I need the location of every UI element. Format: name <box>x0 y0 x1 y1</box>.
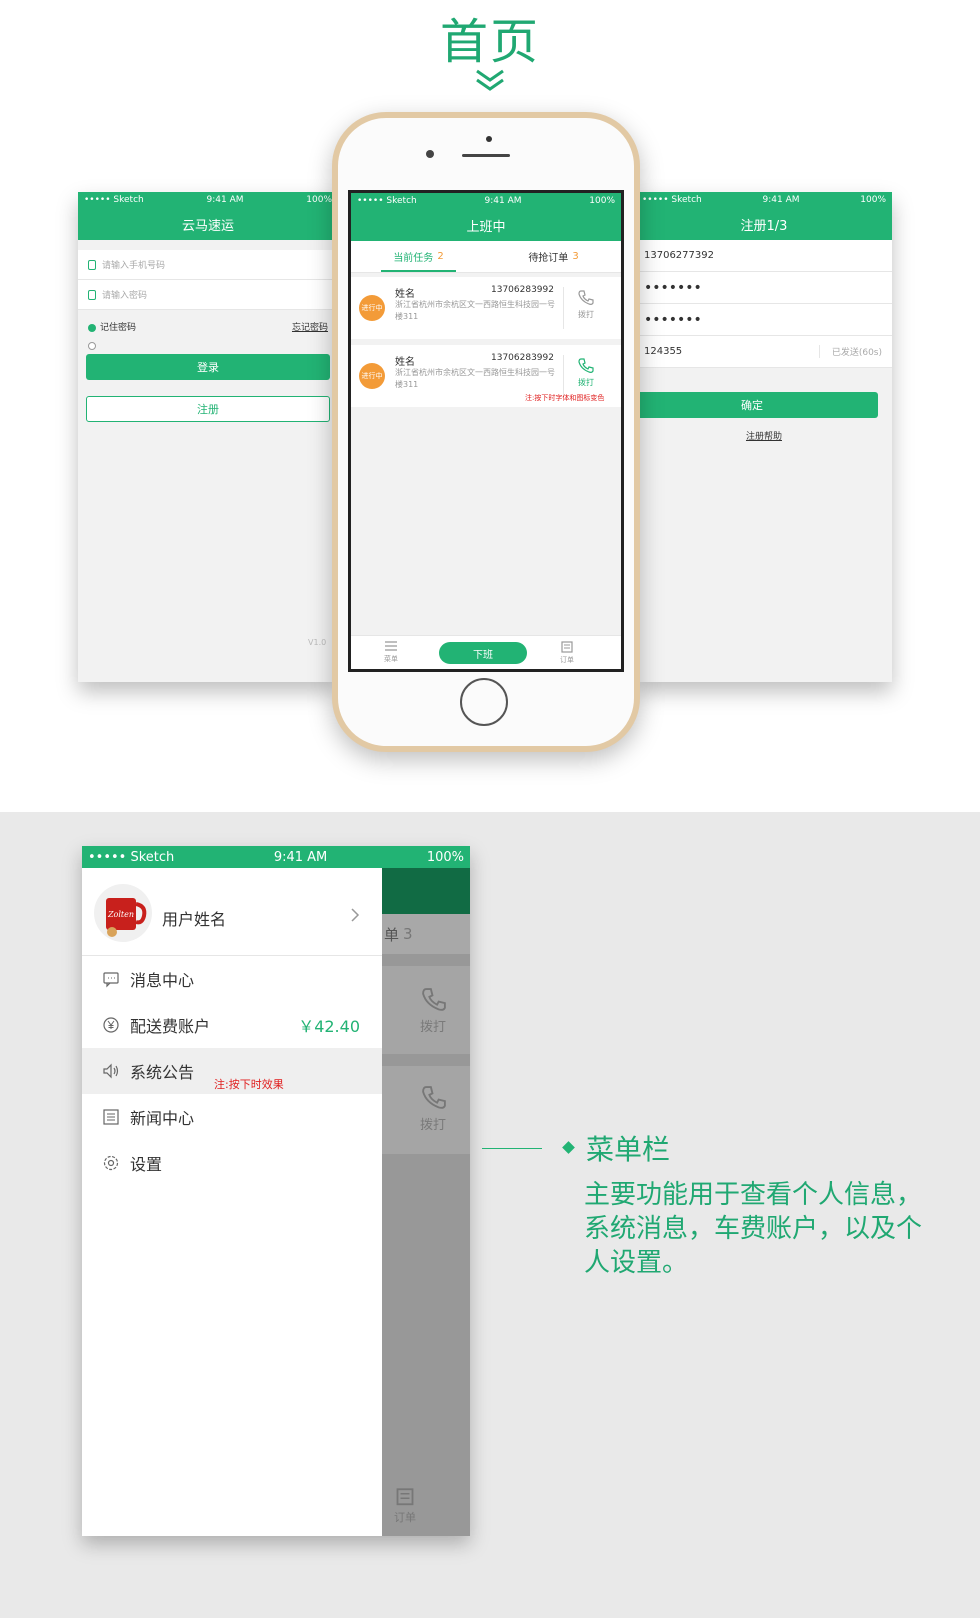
avatar: Zolten <box>94 884 152 942</box>
status-bar: ••••• Sketch 9:41 AM 100% <box>642 195 886 205</box>
unchecked-icon <box>88 341 96 350</box>
status-badge: 进行中 <box>359 295 385 321</box>
version-label: V1.0 <box>308 638 327 647</box>
order-tab[interactable]: 订单 <box>555 640 579 665</box>
lock-icon <box>88 289 96 300</box>
front-camera <box>426 150 434 158</box>
menu-item-news[interactable]: 新闻中心 <box>82 1094 382 1140</box>
side-drawer: Zolten 用户姓名 消息中心 配送费账户 ￥42.40 系统公告 注:按下时… <box>82 868 382 1536</box>
speaker-grille <box>462 154 510 157</box>
forgot-password-link[interactable]: 忘记密码 <box>292 320 328 333</box>
confirm-button[interactable]: 确定 <box>636 392 878 418</box>
tab-current-task[interactable]: 当前任务 2 <box>351 241 486 272</box>
menu-item-fee-account[interactable]: 配送费账户 ￥42.40 <box>82 1002 382 1048</box>
press-note: 注:按下时字体和图标变色 <box>525 394 605 402</box>
menu-item-announcements[interactable]: 系统公告 注:按下时效果 <box>82 1048 382 1094</box>
yuan-icon <box>103 1017 119 1033</box>
clipboard-icon <box>561 641 573 653</box>
clipboard-icon <box>396 1488 414 1506</box>
phone-call-icon[interactable] <box>577 357 595 375</box>
press-note: 注:按下时效果 <box>214 1078 284 1091</box>
callout-description: 主要功能用于查看个人信息，系统消息，车费账户，以及个人设置。 <box>584 1180 923 1278</box>
register-help-link[interactable]: 注册帮助 <box>636 429 892 442</box>
checked-icon <box>88 323 96 332</box>
phone-call-icon <box>422 988 446 1011</box>
bottom-tab-bar: 菜单 下班 订单 <box>351 635 621 669</box>
call-button-label[interactable]: 拨打 <box>573 309 599 320</box>
phone-call-icon <box>422 1086 446 1109</box>
avatar-logo-text: Zolten <box>108 910 135 919</box>
login-button[interactable]: 登录 <box>86 354 330 380</box>
reg-code-field[interactable]: 124355 已发送(60s) <box>636 336 892 368</box>
tab-pending-orders[interactable]: 待抢订单 3 <box>486 241 621 272</box>
status-bar: ••••• Sketch 9:41 AM 100% <box>357 196 615 206</box>
menu-item-messages[interactable]: 消息中心 <box>82 956 382 1002</box>
menu-item-settings[interactable]: 设置 <box>82 1140 382 1186</box>
camera-dot <box>486 136 492 142</box>
iphone-mockup: ••••• Sketch 9:41 AM 100% 上班中 当前任务 2 待抢订单… <box>332 112 640 752</box>
login-title: 云马速运 <box>181 218 234 234</box>
callout-connector <box>482 1148 542 1149</box>
speaker-icon <box>103 1063 119 1079</box>
status-badge: 进行中 <box>359 363 385 389</box>
register-title: 注册1/3 <box>740 218 788 234</box>
home-button[interactable] <box>460 678 508 726</box>
code-sent-label: 已发送(60s) <box>818 345 882 358</box>
reg-confirm-field[interactable]: ••••••• <box>636 304 892 336</box>
user-name: 用户姓名 <box>162 910 227 929</box>
phone-icon <box>88 259 96 270</box>
order-card[interactable]: 进行中 姓名 13706283992 浙江省杭州市余杭区文一西路恒生科技园一号楼… <box>351 345 621 407</box>
register-button[interactable]: 注册 <box>86 396 330 422</box>
phone-call-icon[interactable] <box>577 289 595 307</box>
call-button-label[interactable]: 拨打 <box>573 377 599 388</box>
page-heading: 首页 <box>439 14 540 70</box>
double-chevron-down-icon <box>476 69 504 91</box>
status-bar: ••••• Sketch 9:41 AM 100% <box>82 846 470 868</box>
status-bar: ••••• Sketch 9:41 AM 100% <box>84 195 332 205</box>
list-icon <box>385 641 397 651</box>
reg-password-field[interactable]: ••••••• <box>636 272 892 304</box>
menu-drawer-screen: ••••• Sketch 9:41 AM 100% 单 3 拨打 拨打 订单 Z… <box>82 846 470 1536</box>
phone-input[interactable]: 请输入手机号码 <box>78 250 338 280</box>
login-screen: ••••• Sketch 9:41 AM 100% 云马速运 请输入手机号码 请… <box>78 192 338 682</box>
menu-tab[interactable]: 菜单 <box>379 640 403 664</box>
callout-title: 菜单栏 <box>586 1133 671 1166</box>
order-tab: 订单 <box>388 1486 422 1525</box>
register-screen: ••••• Sketch 9:41 AM 100% 注册1/3 13706277… <box>636 192 892 682</box>
message-icon <box>103 972 119 988</box>
profile-row[interactable]: Zolten 用户姓名 <box>82 868 382 956</box>
chevron-right-icon <box>351 908 360 922</box>
home-title: 上班中 <box>466 219 506 235</box>
gear-icon <box>103 1155 119 1171</box>
offwork-button[interactable]: 下班 <box>439 642 527 664</box>
remember-password-checkbox[interactable]: 记住密码 <box>88 320 136 333</box>
news-icon <box>103 1109 119 1125</box>
phone-screen: ••••• Sketch 9:41 AM 100% 上班中 当前任务 2 待抢订单… <box>348 190 624 672</box>
order-card[interactable]: 进行中 姓名 13706283992 浙江省杭州市余杭区文一西路恒生科技园一号楼… <box>351 277 621 339</box>
password-input[interactable]: 请输入密码 <box>78 280 338 310</box>
account-balance: ￥42.40 <box>298 1017 360 1036</box>
reg-phone-field[interactable]: 13706277392 <box>636 240 892 272</box>
